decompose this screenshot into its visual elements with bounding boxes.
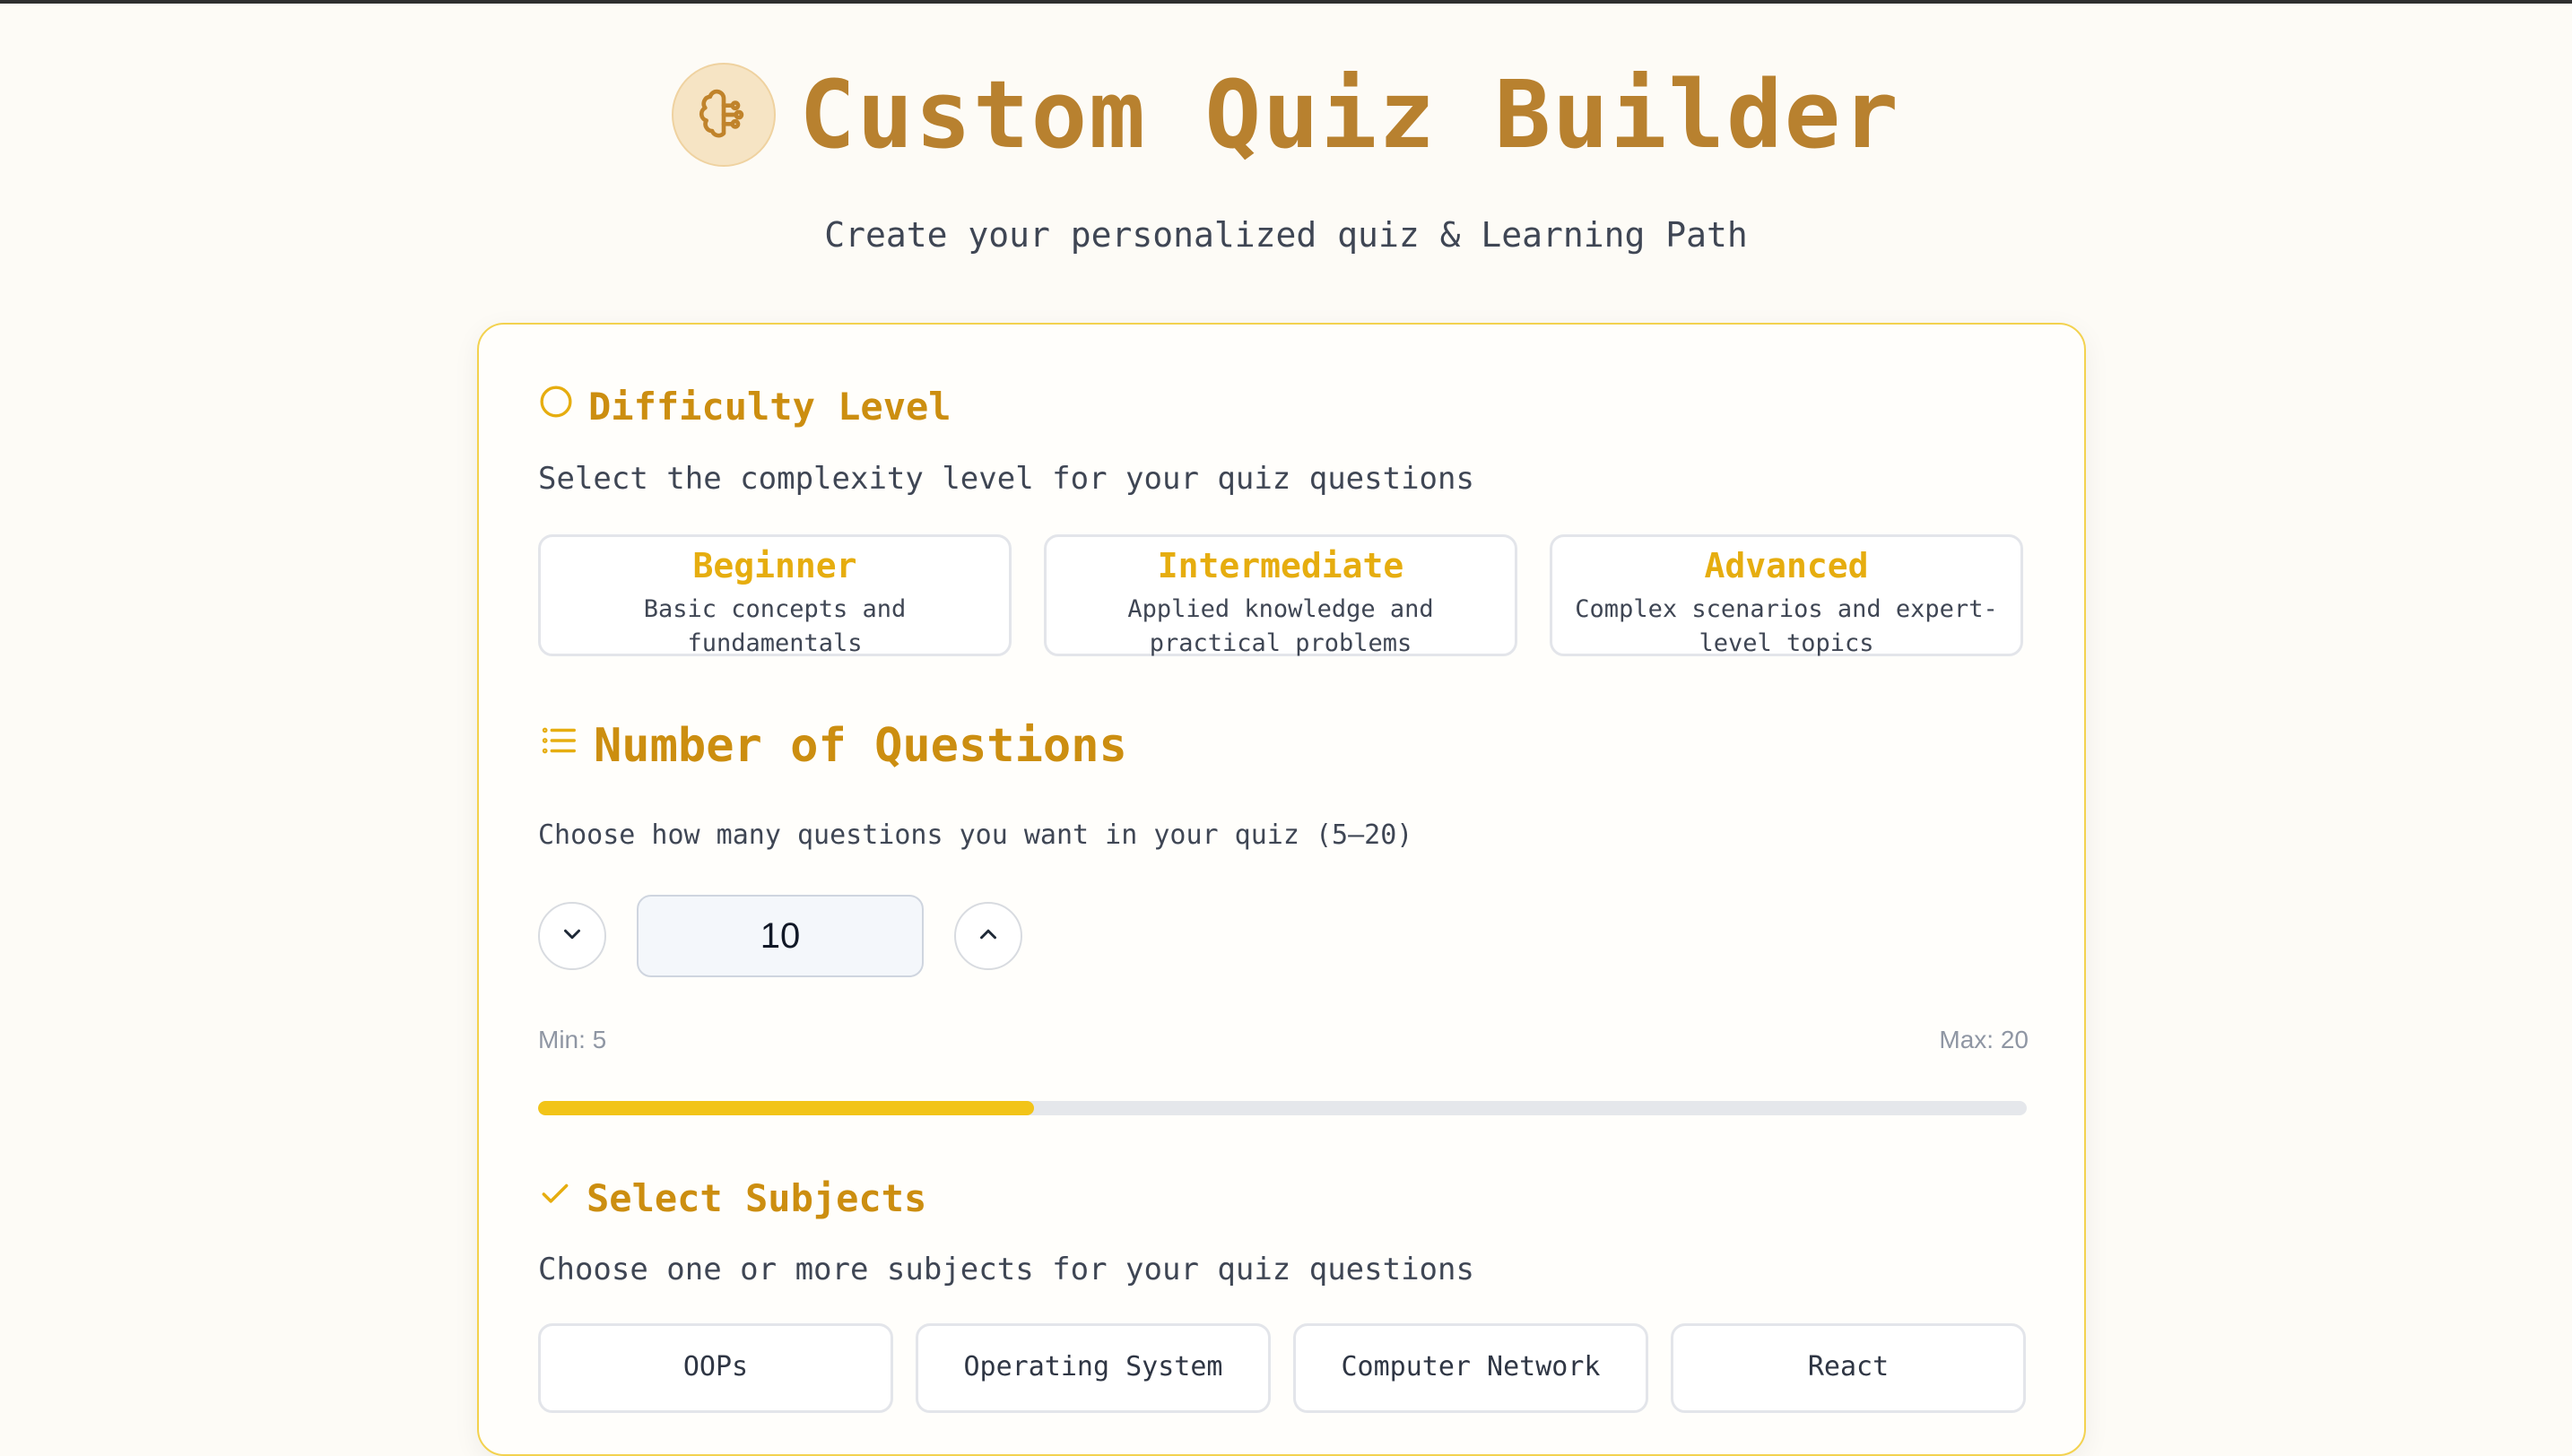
decrement-button[interactable]	[538, 902, 606, 970]
questions-title: Number of Questions	[594, 719, 1127, 773]
chevron-up-icon	[975, 921, 1002, 951]
difficulty-section-title: Difficulty Level	[538, 384, 951, 429]
difficulty-title: Difficulty Level	[588, 384, 951, 429]
subject-oops[interactable]: OOPs	[538, 1323, 893, 1413]
option-description: Basic concepts and fundamentals	[643, 595, 907, 657]
increment-button[interactable]	[954, 902, 1022, 970]
option-name: Intermediate	[1157, 546, 1404, 585]
questions-section-title: Number of Questions	[538, 719, 1127, 773]
option-name: Advanced	[1704, 546, 1869, 585]
page-header: Custom Quiz Builder	[0, 52, 2572, 178]
question-count-progress	[538, 1101, 2027, 1115]
subjects-section-title: Select Subjects	[538, 1176, 926, 1220]
top-border	[0, 0, 2572, 4]
progress-fill	[538, 1101, 1034, 1115]
page-subtitle: Create your personalized quiz & Learning…	[824, 215, 1748, 255]
questions-description: Choose how many questions you want in yo…	[538, 819, 1413, 851]
subjects-title: Select Subjects	[587, 1176, 927, 1220]
page-title: Custom Quiz Builder	[799, 60, 1900, 169]
option-name: Beginner	[692, 546, 857, 585]
circle-icon	[538, 384, 574, 429]
max-label: Max: 20	[1939, 1026, 2029, 1053]
option-description: Applied knowledge and practical problems	[1127, 595, 1434, 657]
quiz-builder-card: Difficulty Level Select the complexity l…	[477, 323, 2086, 1456]
subject-computer-network[interactable]: Computer Network	[1293, 1323, 1648, 1413]
subject-operating-system[interactable]: Operating System	[916, 1323, 1271, 1413]
subjects-description: Choose one or more subjects for your qui…	[538, 1252, 1474, 1287]
brain-icon	[672, 63, 777, 167]
check-icon	[538, 1176, 572, 1220]
difficulty-option-advanced[interactable]: Advanced Complex scenarios and expert-le…	[1550, 534, 2023, 657]
question-count-input[interactable]	[637, 895, 924, 977]
difficulty-option-intermediate[interactable]: Intermediate Applied knowledge and pract…	[1044, 534, 1517, 657]
subject-react[interactable]: React	[1671, 1323, 2026, 1413]
difficulty-option-beginner[interactable]: Beginner Basic concepts and fundamentals	[538, 534, 1012, 657]
min-label: Min: 5	[538, 1026, 607, 1053]
list-icon	[538, 719, 579, 773]
difficulty-description: Select the complexity level for your qui…	[538, 461, 1474, 497]
chevron-down-icon	[559, 921, 586, 951]
option-description: Complex scenarios and expert-level topic…	[1575, 595, 1998, 657]
